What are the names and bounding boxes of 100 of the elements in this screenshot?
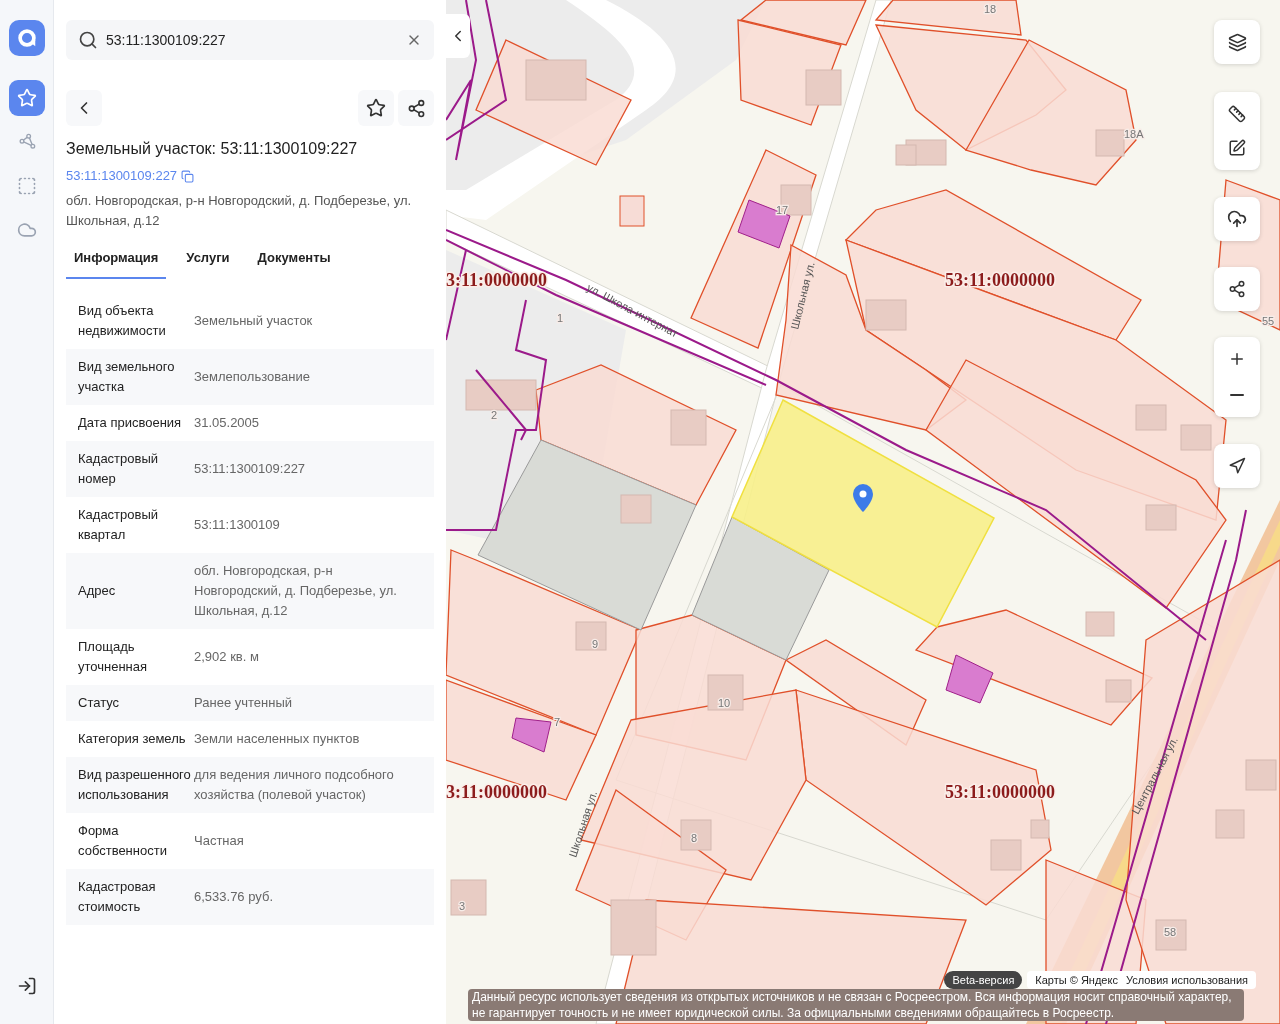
building <box>525 59 587 101</box>
cloud-icon <box>16 220 37 240</box>
house-number: 3 <box>459 900 466 912</box>
building <box>1030 819 1050 839</box>
ruler-icon <box>1228 105 1246 123</box>
locate-button[interactable] <box>1214 444 1260 488</box>
property-value: Земли населенных пунктов <box>194 729 361 748</box>
search-icon <box>78 30 98 50</box>
rail-button[interactable] <box>8 80 45 116</box>
building <box>865 299 907 331</box>
logo-icon <box>15 27 38 49</box>
terms-link[interactable]: Условия использования <box>1125 972 1248 988</box>
building <box>680 819 712 851</box>
land-parcel[interactable] <box>844 189 1142 341</box>
map-provider-text: Карты © Яндекс <box>1035 973 1118 988</box>
building <box>620 494 652 524</box>
favorite-button[interactable] <box>358 90 394 126</box>
building <box>1095 129 1125 157</box>
house-number: 9 <box>592 638 599 650</box>
house-number: 18 <box>984 3 997 15</box>
property-label: Кадастровая стоимость <box>78 877 157 916</box>
building <box>1105 679 1132 703</box>
property-label: Категория земель <box>78 729 187 748</box>
property-value: 53:11:1300109:227 <box>194 459 307 478</box>
tab[interactable]: Информация <box>66 244 167 279</box>
capital-building[interactable] <box>945 654 994 704</box>
building <box>575 621 607 651</box>
minus-icon <box>1230 394 1244 396</box>
object-title: Земельный участок: 53:11:1300109:227 <box>66 139 359 159</box>
app-logo[interactable] <box>8 20 45 56</box>
property-label: Кадастровый номер <box>78 449 160 488</box>
property-value: 53:11:1300109 <box>194 515 281 534</box>
property-label: Дата присвоения <box>78 413 183 432</box>
land-parcel[interactable] <box>737 19 842 126</box>
search-field[interactable]: 53:11:1300109:227 <box>66 20 434 60</box>
house-number: 17 <box>776 204 789 216</box>
house-number: 2 <box>491 409 498 421</box>
property-label: Вид разрешенного использования <box>78 765 192 804</box>
property-value: Частная <box>194 831 245 850</box>
layers-button[interactable] <box>1214 20 1260 64</box>
house-number: 58 <box>1164 926 1177 938</box>
building <box>1085 611 1115 637</box>
share-button[interactable] <box>398 90 434 126</box>
building <box>1180 424 1212 451</box>
property-value: Землепользование <box>194 367 311 386</box>
copy-icon[interactable] <box>181 169 195 183</box>
cadastral-quarter-label: 3:11:0000000 <box>446 782 547 802</box>
building <box>1215 809 1245 839</box>
building <box>1245 759 1277 791</box>
property-label: Кадастровый квартал <box>78 505 160 544</box>
property-value: 31.05.2005 <box>194 413 261 432</box>
building <box>707 674 744 711</box>
house-number: 8 <box>691 832 698 844</box>
object-address: обл. Новгородская, р-н Новгородский, д. Подберезье, ул. Школьная, д.12 <box>66 192 413 230</box>
navigation-arrow-icon <box>1228 457 1246 475</box>
property-label: Вид объекта недвижимости <box>78 301 167 340</box>
beta-badge: Beta-версия <box>944 971 1023 989</box>
building <box>1145 504 1177 531</box>
capital-building[interactable] <box>737 199 791 249</box>
map-view[interactable] <box>446 0 1280 1024</box>
plus-icon <box>1228 350 1246 368</box>
capital-building[interactable] <box>511 717 552 753</box>
disclaimer-text: Данный ресурс использует сведения из открытых источников и не связан с Росреестром. Вся информация носит справочный характер, не гарантирует точность и не имеет юридической силы. За официальными сведениями обращайтесь в Росреестр. <box>468 989 1244 1021</box>
house-number: 10 <box>718 697 731 709</box>
location-pin-icon[interactable] <box>853 484 873 512</box>
building <box>1135 404 1167 431</box>
building <box>805 69 842 106</box>
property-value: 6,533.76 руб. <box>194 887 274 906</box>
building <box>990 839 1022 871</box>
tab[interactable]: Документы <box>249 244 339 279</box>
tab[interactable]: Услуги <box>178 244 238 279</box>
house-number: 1 <box>557 312 564 324</box>
property-value: Ранее учтенный <box>194 693 293 712</box>
cadastral-number-link[interactable]: 53:11:1300109:227 <box>66 166 178 186</box>
property-label: Вид земельного участка <box>78 357 176 396</box>
star-icon <box>366 98 386 118</box>
building <box>465 379 537 411</box>
house-number: 55 <box>1262 315 1275 327</box>
share-map-button[interactable] <box>1214 267 1260 311</box>
property-label: Форма собственности <box>78 821 168 860</box>
property-label: Статус <box>78 693 121 712</box>
building <box>610 899 657 956</box>
dashed-square-icon <box>16 176 37 196</box>
share-icon <box>1228 280 1246 298</box>
star-icon <box>16 88 37 108</box>
building <box>670 409 707 446</box>
cloud-upload-icon <box>1227 209 1247 229</box>
building <box>450 879 487 916</box>
property-value: Земельный участок <box>194 311 314 330</box>
property-value: 2,902 кв. м <box>194 647 260 666</box>
layers-icon <box>1227 32 1247 52</box>
land-parcel[interactable] <box>739 0 867 46</box>
building <box>1155 919 1187 951</box>
collapse-panel-button[interactable] <box>446 14 470 58</box>
property-label: Площадь уточненная <box>78 637 149 676</box>
property-value: для ведения личного подсобного хозяйства (полевой участок) <box>194 765 395 804</box>
selected-parcel[interactable] <box>731 398 995 628</box>
land-parcel[interactable] <box>874 0 1022 36</box>
pen-square-icon <box>1228 139 1246 157</box>
upload-button[interactable] <box>1214 197 1260 241</box>
